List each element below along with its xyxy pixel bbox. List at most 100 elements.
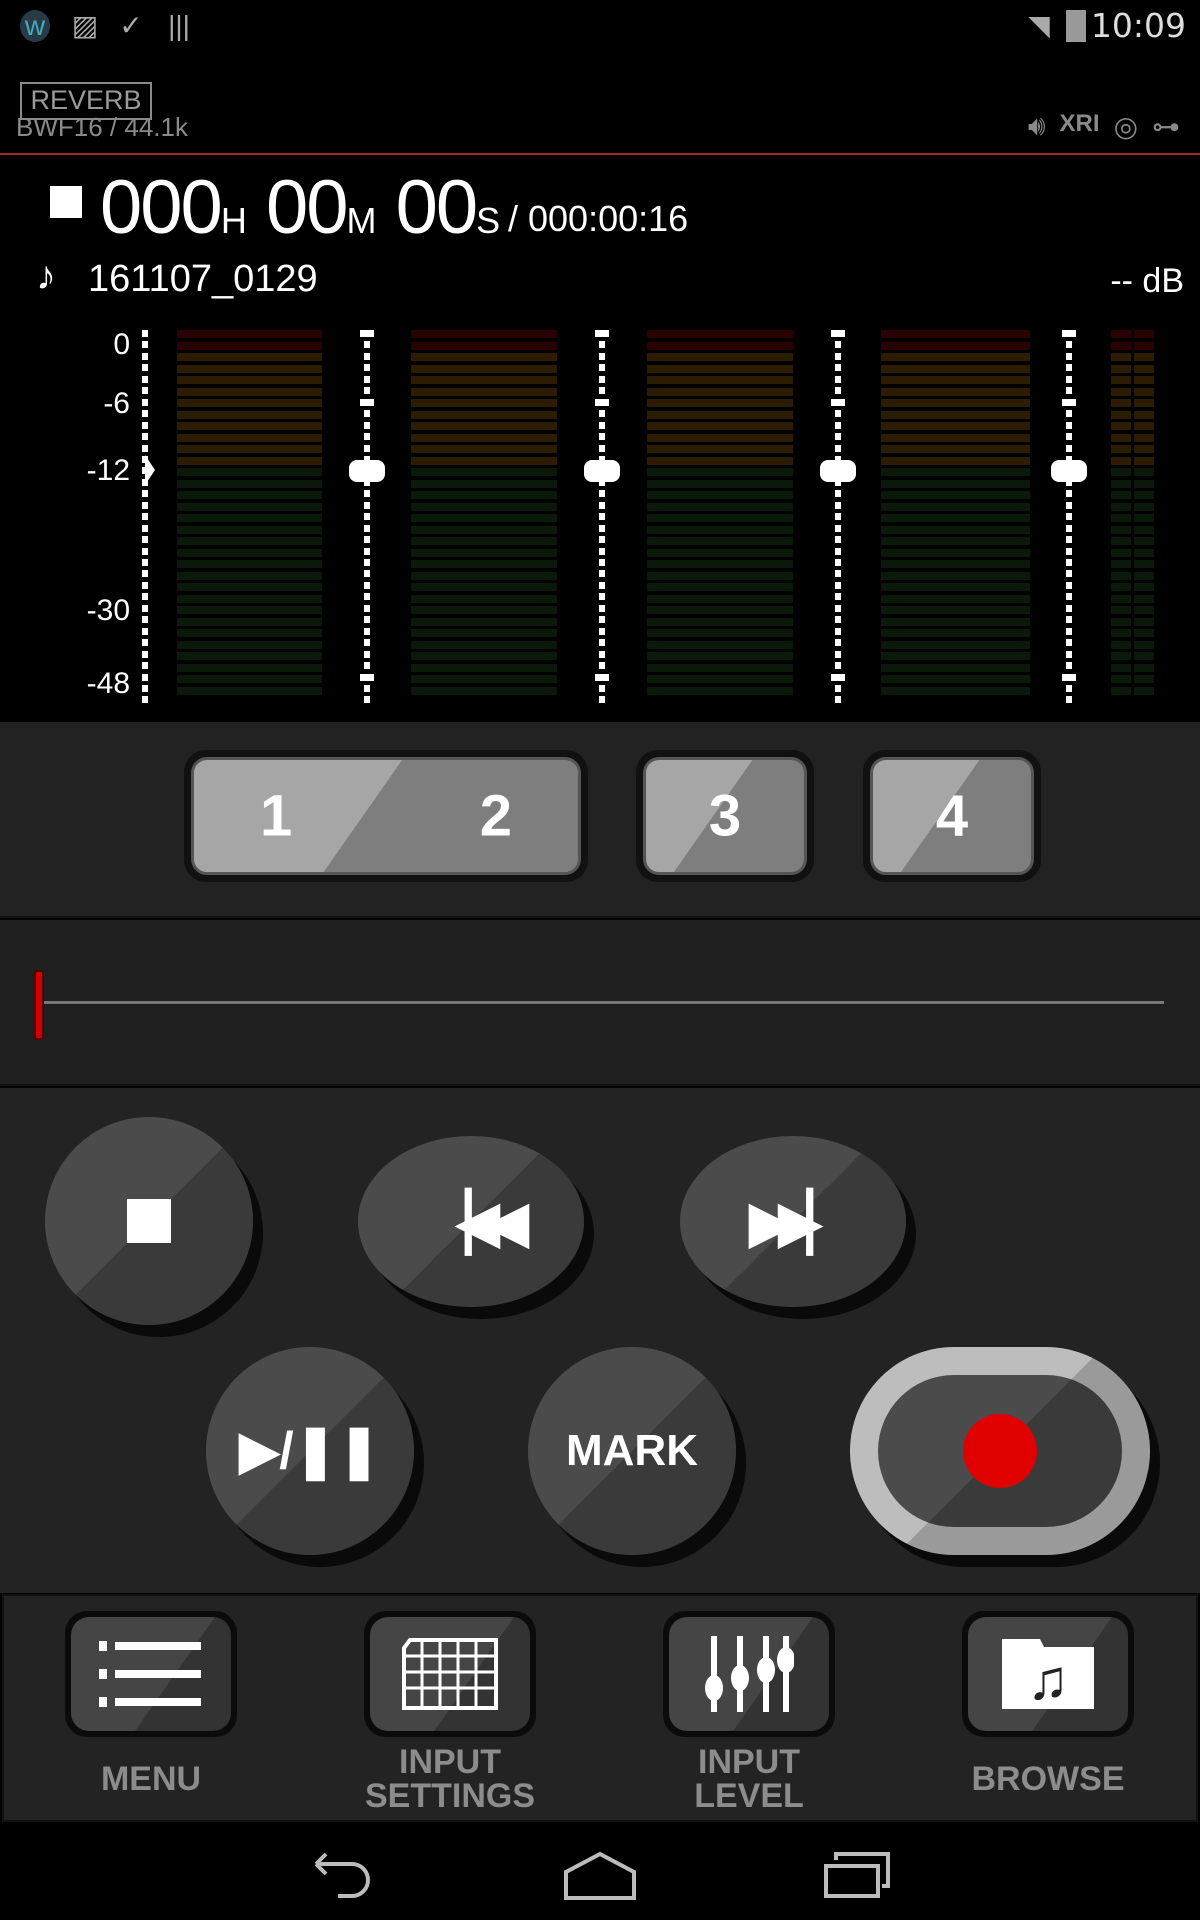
- meter-segment: [881, 583, 1030, 591]
- clipboard-check-icon: ✓: [119, 10, 143, 41]
- meter-segment: [647, 514, 793, 522]
- meter-segment: [177, 364, 322, 373]
- meter-segment: [1134, 502, 1154, 511]
- meter-scale-tick: [835, 433, 841, 441]
- meter-scale-tick: [1062, 330, 1076, 337]
- speaker-icon: 🔊︎: [1027, 110, 1046, 141]
- meter-scale-tick: [142, 559, 148, 566]
- meter-segment: [881, 525, 1030, 534]
- seek-handle[interactable]: [34, 970, 44, 1040]
- meter-segment: [1134, 364, 1154, 373]
- record-button[interactable]: [850, 1347, 1150, 1555]
- meter-scale-tick: [831, 398, 845, 406]
- meter-scale-tick: [142, 387, 148, 395]
- meter-segment: [1111, 560, 1131, 568]
- home-icon[interactable]: [562, 1850, 638, 1902]
- meter-scale-tick: [599, 536, 605, 544]
- meter-scale-tick: [835, 490, 841, 498]
- next-button[interactable]: ▶▶▏: [680, 1136, 906, 1307]
- meter-segment: [881, 537, 1030, 545]
- meter-scale-tick: [599, 501, 605, 509]
- browse-button[interactable]: ♫: [962, 1611, 1134, 1737]
- recent-apps-icon[interactable]: [822, 1850, 892, 1900]
- meter-segment: [1111, 410, 1131, 419]
- meter-scale-tick: [599, 375, 605, 383]
- meter-segment: [1111, 456, 1131, 465]
- meter-segment: [647, 652, 793, 660]
- meter-segment: [1134, 341, 1154, 350]
- meter-scale-tick: [142, 444, 148, 452]
- seek-bar[interactable]: [40, 1001, 1164, 1004]
- usb-icon: ⊶: [1152, 111, 1180, 142]
- scale-label: -30: [86, 594, 130, 627]
- meter-segment: [1134, 387, 1154, 396]
- meter-segment: [411, 491, 557, 499]
- meter-scale-tick: [364, 513, 370, 521]
- stop-button[interactable]: [45, 1117, 253, 1325]
- meter-scale-tick: [1066, 639, 1072, 647]
- meter-segment: [1134, 594, 1154, 603]
- play-pause-icon: ▶/❚❚: [239, 1422, 381, 1480]
- meter-segment: [647, 410, 793, 419]
- meter-segment: [177, 341, 322, 350]
- meter-segment: [1134, 663, 1154, 672]
- meter-segment: [647, 376, 793, 384]
- meter-scale-tick: [364, 421, 370, 429]
- meter-segment: [881, 652, 1030, 660]
- meter-segment: [411, 502, 557, 511]
- meter-segment: [1111, 433, 1131, 442]
- meter-segment: [177, 468, 322, 476]
- meter-segment: [1134, 617, 1154, 626]
- meter-segment: [1134, 399, 1154, 407]
- meter-scale-tick: [835, 364, 841, 372]
- meter-scale-tick: [364, 341, 370, 349]
- meter-segment: [411, 445, 557, 453]
- meter-segment: [177, 376, 322, 384]
- meter-segment: [881, 571, 1030, 580]
- back-icon[interactable]: [308, 1850, 378, 1900]
- meter-scale-tick: [1066, 524, 1072, 532]
- input-settings-button[interactable]: [364, 1611, 536, 1737]
- meter-segment: [411, 594, 557, 603]
- meter-segment: [1111, 399, 1131, 407]
- level-meters: 0 -6 -12 -30 -48: [0, 320, 1200, 720]
- input-settings-label: INPUT SETTINGS: [364, 1743, 536, 1815]
- meter-segment: [411, 353, 557, 361]
- meter-segment: [1111, 675, 1131, 683]
- meter-segment: [177, 330, 322, 338]
- menu-button[interactable]: [65, 1611, 237, 1737]
- meter-segment: [647, 606, 793, 614]
- previous-button[interactable]: ▕◀◀: [358, 1136, 584, 1307]
- meter-scale-tick: [142, 570, 148, 578]
- meter-scale-tick: [142, 513, 148, 521]
- meter-segment: [177, 479, 322, 488]
- channel-3-button[interactable]: 3: [636, 750, 814, 882]
- input-level-button[interactable]: [663, 1611, 835, 1737]
- channel-4-button[interactable]: 4: [863, 750, 1041, 882]
- play-pause-button[interactable]: ▶/❚❚: [206, 1347, 414, 1555]
- meter-scale-tick: [835, 650, 841, 658]
- meter-segment: [1111, 594, 1131, 603]
- meter-segment: [881, 560, 1030, 568]
- meter-scale-tick: [1066, 593, 1072, 601]
- meter-scale-tick: [1066, 501, 1072, 509]
- meter-segment: [177, 456, 322, 465]
- meter-segment: [881, 617, 1030, 626]
- meter-scale-tick: [1066, 604, 1072, 612]
- meter-segment: [1134, 548, 1154, 557]
- meter-scale-tick: [835, 547, 841, 555]
- meter-scale-tick: [835, 570, 841, 578]
- meter-segment: [177, 594, 322, 603]
- meter-segment: [1111, 330, 1131, 338]
- mark-button[interactable]: MARK: [528, 1347, 736, 1555]
- meter-segment: [177, 629, 322, 637]
- meter-segment: [647, 479, 793, 488]
- meter-segment: [177, 640, 322, 649]
- meter-segment: [411, 571, 557, 580]
- meter-scale-tick: [364, 501, 370, 509]
- meter-scale-tick: [1066, 410, 1072, 418]
- meter-scale-tick: [142, 421, 148, 429]
- channel-1-2-button[interactable]: 12: [184, 750, 588, 882]
- meter-segment: [881, 502, 1030, 511]
- meter-scale-tick: [360, 398, 374, 406]
